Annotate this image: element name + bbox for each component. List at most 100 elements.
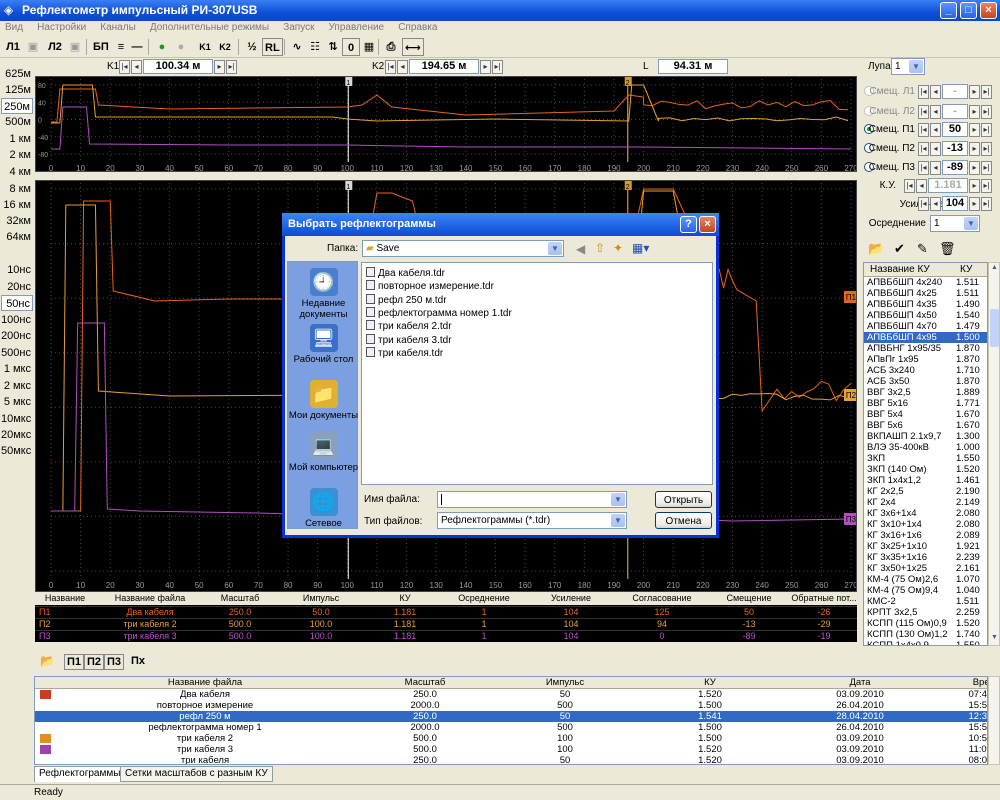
k1-value[interactable]: 100.34 м <box>143 59 213 74</box>
k2-zoom-button[interactable]: K2 <box>216 38 234 56</box>
assign-p2-button[interactable]: П2 <box>84 654 105 670</box>
ku-row[interactable]: АСБ 3х240 1.710 <box>864 365 987 376</box>
k1-last-button[interactable]: ▸| <box>226 60 237 74</box>
grid-icon[interactable]: ▦ <box>360 38 378 56</box>
offset-value[interactable]: - <box>942 84 968 99</box>
offset-next-button[interactable]: ▸ <box>969 161 980 175</box>
ku-row[interactable]: АПВБНГ 1х95/35 1.870 <box>864 343 987 354</box>
k2-value[interactable]: 194.65 м <box>409 59 479 74</box>
ku-row[interactable]: ЗКП 1х4х1,2 1.461 <box>864 475 987 486</box>
file-row[interactable]: рефлектограмма номер 1 2000.0 500 1.500 26.0… <box>35 722 987 733</box>
width-icon[interactable]: ⟷ <box>402 38 424 56</box>
stop-icon[interactable]: ● <box>172 38 190 56</box>
menu-start[interactable]: Запуск <box>283 22 314 33</box>
avg-select[interactable]: 1 ▼ <box>930 215 980 232</box>
offset-prev-button[interactable]: ◂ <box>930 123 941 137</box>
dialog-close-button[interactable]: × <box>699 216 716 233</box>
offset-value[interactable]: -13 <box>942 141 968 156</box>
k2-next-button[interactable]: ▸ <box>480 60 491 74</box>
scroll-down-icon[interactable]: ▼ <box>990 634 999 644</box>
l2-button[interactable]: Л2 <box>46 38 64 56</box>
ku-row[interactable]: ВВГ 3х2,5 1.889 <box>864 387 987 398</box>
file-table-scrollbar[interactable] <box>988 676 1000 765</box>
offset-next-button[interactable]: ▸ <box>969 142 980 156</box>
l1-button[interactable]: Л1 <box>4 38 22 56</box>
ku-row[interactable]: АПВБбШП 4х35 1.490 <box>864 299 987 310</box>
range-scale-7[interactable]: 8 км <box>1 181 33 197</box>
pulse-scale-9[interactable]: 10мкс <box>1 411 33 427</box>
range-scale-2[interactable]: 250м <box>1 98 33 114</box>
open-folder-icon[interactable]: 📂 <box>40 654 55 668</box>
ku-row[interactable]: КМ-4 (75 Ом)2,6 1.070 <box>864 574 987 585</box>
pulse-scale-10[interactable]: 20мкс <box>1 427 33 443</box>
file-row[interactable]: три кабеля 2 500.0 100 1.500 03.09.2010 10:51… <box>35 733 987 744</box>
offset-last-button[interactable]: ▸| <box>981 105 992 119</box>
k2-first-button[interactable]: |◂ <box>385 60 396 74</box>
offset-first-button[interactable]: |◂ <box>918 142 929 156</box>
offset-next-button[interactable]: ▸ <box>969 105 980 119</box>
view-menu-icon[interactable]: ▦▾ <box>632 241 649 255</box>
cancel-button[interactable]: Отмена <box>655 512 712 529</box>
open-button[interactable]: Открыть <box>655 491 712 508</box>
save-l2-icon[interactable]: ▣ <box>66 38 84 56</box>
gain-last-button[interactable]: ▸| <box>981 197 992 211</box>
ku-row[interactable]: КРПТ 3х2,5 2.259 <box>864 607 987 618</box>
offset-value[interactable]: -89 <box>942 160 968 175</box>
edit-icon[interactable]: ✎ <box>917 241 928 257</box>
open-folder-icon[interactable]: 📂 <box>868 241 884 257</box>
lupa-select[interactable]: 1 ▼ <box>891 58 925 75</box>
range-scale-0[interactable]: 625м <box>1 66 33 82</box>
place-2[interactable]: 📁 Мои документы <box>288 380 359 421</box>
place-4[interactable]: 🌐 Сетевое <box>288 488 359 529</box>
ku-row[interactable]: КГ 2х2,5 2.190 <box>864 486 987 497</box>
file-item[interactable]: Два кабеля.tdr <box>366 267 445 280</box>
ku-row[interactable]: КГ 3х50+1х25 2.161 <box>864 563 987 574</box>
file-row[interactable]: три кабеля 250.0 50 1.520 03.09.2010 08:09:46 <box>35 755 987 764</box>
k1-prev-button[interactable]: ◂ <box>131 60 142 74</box>
ku-table[interactable]: Название КУ КУ АПВБбШП 4х240 1.511 АПВБбШП 4… <box>863 262 988 646</box>
pulse-scale-5[interactable]: 500нс <box>1 345 33 361</box>
ku-row[interactable]: ВВГ 5х4 1.670 <box>864 409 987 420</box>
offset-first-button[interactable]: |◂ <box>918 105 929 119</box>
k1-first-button[interactable]: |◂ <box>119 60 130 74</box>
ku-row[interactable]: КМ-4 (75 Ом)9,4 1.040 <box>864 585 987 596</box>
file-item[interactable]: рефлектограмма номер 1.tdr <box>366 306 512 320</box>
file-list[interactable]: Два кабеля.tdr повторное измерение.tdr реф… <box>361 262 713 485</box>
file-table[interactable]: Название файлаМасштабИмпульсКУДатаВремяД… <box>34 676 988 765</box>
tab-reflectograms[interactable]: Рефлектограммы <box>34 766 126 782</box>
scroll-up-icon[interactable]: ▲ <box>990 264 999 274</box>
offset-prev-button[interactable]: ◂ <box>930 85 941 99</box>
gain-value[interactable]: 104 <box>942 196 968 211</box>
offset-value[interactable]: 50 <box>942 122 968 137</box>
ku-row[interactable]: ВВГ 5х6 1.670 <box>864 420 987 431</box>
pulse-scale-11[interactable]: 50мкс <box>1 443 33 459</box>
menu-control[interactable]: Управление <box>329 22 385 33</box>
ku-row[interactable]: ВЛЭ 35-400кВ 1.000 <box>864 442 987 453</box>
ku-row[interactable]: АСБ 3х50 1.870 <box>864 376 987 387</box>
zero-button[interactable]: 0 <box>342 38 360 56</box>
ku-row[interactable]: АПВБбШП 4х70 1.479 <box>864 321 987 332</box>
k2-last-button[interactable]: ▸| <box>492 60 503 74</box>
offset-prev-button[interactable]: ◂ <box>930 105 941 119</box>
offset-prev-button[interactable]: ◂ <box>930 161 941 175</box>
place-0[interactable]: 🕘 Недавние документы <box>288 268 359 320</box>
ku-row[interactable]: КСПП 1х4х0,9 1.550 <box>864 640 987 645</box>
file-row[interactable]: Два кабеля 250.0 50 1.520 03.09.2010 07:42:44 <box>35 689 987 700</box>
range-scale-5[interactable]: 2 км <box>1 147 33 163</box>
ku-row[interactable]: АПВБбШП 4х50 1.540 <box>864 310 987 321</box>
ku-prev-button[interactable]: ◂ <box>916 179 927 193</box>
delete-icon[interactable]: 🗑 <box>939 241 956 257</box>
range-scale-10[interactable]: 64км <box>1 229 33 245</box>
wave-icon[interactable]: ∿ <box>288 38 306 56</box>
pulse-scale-6[interactable]: 1 мкс <box>1 361 33 377</box>
menu-help[interactable]: Справка <box>398 22 437 33</box>
range-scale-4[interactable]: 1 км <box>1 131 33 147</box>
ku-value[interactable]: 1.181 <box>928 178 968 193</box>
pulse-scale-8[interactable]: 5 мкс <box>1 394 33 410</box>
k1-zoom-button[interactable]: K1 <box>196 38 214 56</box>
ku-row[interactable]: ВВГ 5х16 1.771 <box>864 398 987 409</box>
save-l1-icon[interactable]: ▣ <box>24 38 42 56</box>
ku-row[interactable]: ВКПАШП 2.1х9,7 1.300 <box>864 431 987 442</box>
scroll-thumb[interactable] <box>990 309 999 347</box>
ku-row[interactable]: КСПП (130 Ом)1,2 1.740 <box>864 629 987 640</box>
